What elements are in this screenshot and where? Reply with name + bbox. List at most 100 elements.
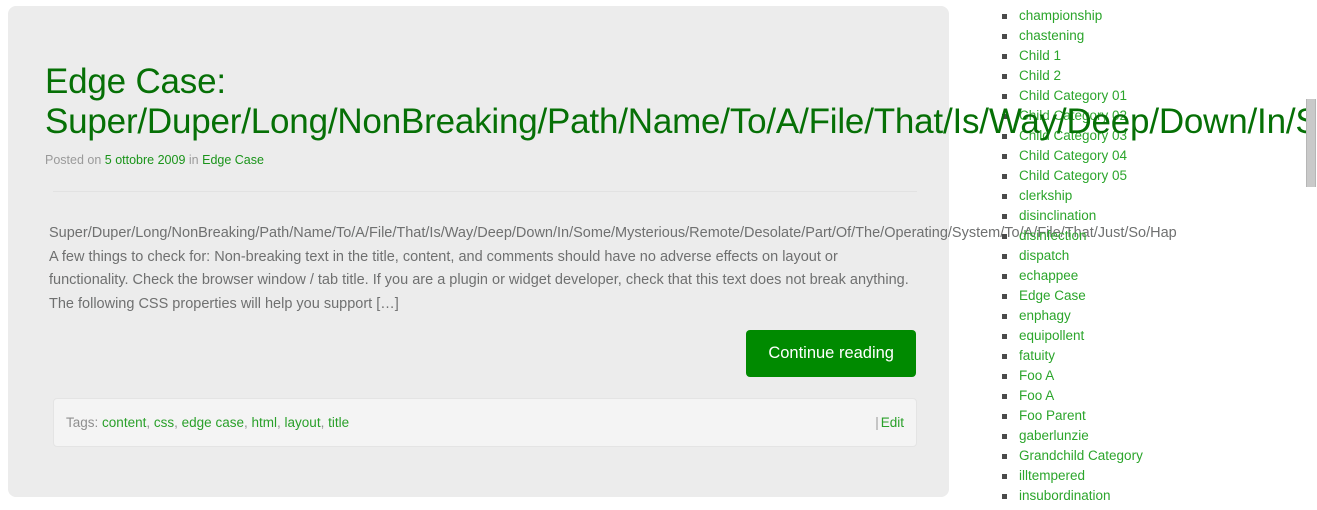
continue-reading-wrap: Continue reading	[49, 330, 916, 377]
bullet-icon	[1002, 374, 1007, 379]
bullet-icon	[1002, 194, 1007, 199]
meta-in-label: in	[188, 153, 199, 167]
sidebar-item-link[interactable]: chastening	[1019, 28, 1084, 43]
entry-footer: Tags: content, css, edge case, html, lay…	[53, 398, 917, 447]
edit-link[interactable]: Edit	[881, 415, 904, 430]
continue-reading-button[interactable]: Continue reading	[746, 330, 916, 377]
sidebar-list-item[interactable]: echappee	[985, 266, 1317, 286]
sidebar-list-item[interactable]: disinclination	[985, 206, 1317, 226]
sidebar-list-item[interactable]: illtempered	[985, 466, 1317, 486]
entry-nonbreaking-path: Super/Duper/Long/NonBreaking/Path/Name/T…	[49, 225, 1177, 241]
sidebar-list-item[interactable]: Foo Parent	[985, 406, 1317, 426]
bullet-icon	[1002, 494, 1007, 499]
tag-link[interactable]: content	[102, 415, 146, 430]
article-header: Edge Case: Super/Duper/Long/NonBreaking/…	[45, 62, 1317, 168]
bullet-icon	[1002, 234, 1007, 239]
meta-posted-label: Posted on	[45, 153, 102, 167]
sidebar-list-item[interactable]: disinfection	[985, 226, 1317, 246]
sidebar-item-link[interactable]: Edge Case	[1019, 288, 1086, 303]
sidebar-item-link[interactable]: disinclination	[1019, 208, 1096, 223]
tag-separator: ,	[243, 415, 248, 430]
bullet-icon	[1002, 74, 1007, 79]
bullet-icon	[1002, 454, 1007, 459]
sidebar-list-item[interactable]: gaberlunzie	[985, 426, 1317, 446]
tag-list: Tags: content, css, edge case, html, lay…	[66, 415, 349, 430]
page-title-line-2: Super/Duper/Long/NonBreaking/Path/Name/T…	[45, 102, 1317, 141]
sidebar-list-item[interactable]: Child Category 05	[985, 166, 1317, 186]
entry-content: Super/Duper/Long/NonBreaking/Path/Name/T…	[49, 222, 1177, 316]
bullet-icon	[1002, 274, 1007, 279]
tag-link[interactable]: html	[252, 415, 278, 430]
vertical-scrollbar-track[interactable]	[1308, 0, 1317, 510]
entry-paragraph: A few things to check for: Non-breaking …	[49, 248, 909, 312]
sidebar-item-link[interactable]: clerkship	[1019, 188, 1072, 203]
tag-link[interactable]: css	[154, 415, 174, 430]
sidebar-item-link[interactable]: illtempered	[1019, 468, 1085, 483]
sidebar-item-link[interactable]: gaberlunzie	[1019, 428, 1089, 443]
sidebar-list-item[interactable]: insubordination	[985, 486, 1317, 506]
sidebar-item-link[interactable]: fatuity	[1019, 348, 1055, 363]
sidebar-list-item[interactable]: championship	[985, 6, 1317, 26]
bullet-icon	[1002, 214, 1007, 219]
sidebar-item-link[interactable]: Child Category 05	[1019, 168, 1127, 183]
sidebar-list-item[interactable]: chastening	[985, 26, 1317, 46]
sidebar-list: championship chastening Child 1 Child 2 Chil…	[985, 6, 1317, 510]
sidebar-list-item[interactable]: equipollent	[985, 326, 1317, 346]
sidebar-list-item[interactable]: enphagy	[985, 306, 1317, 326]
page-title-line-1: Edge Case:	[45, 62, 226, 101]
sidebar-list-item[interactable]: Foo A	[985, 386, 1317, 406]
sidebar-list-item[interactable]: Child 1	[985, 46, 1317, 66]
tag-link[interactable]: layout	[285, 415, 321, 430]
meta-category-link[interactable]: Edge Case	[202, 153, 264, 167]
sidebar-item-link[interactable]: Child Category 04	[1019, 148, 1127, 163]
sidebar-list-item[interactable]: lambency	[985, 506, 1317, 510]
vertical-scrollbar-thumb[interactable]	[1306, 99, 1316, 187]
sidebar-list-item[interactable]: Foo A	[985, 366, 1317, 386]
bullet-icon	[1002, 54, 1007, 59]
tag-link[interactable]: edge case	[182, 415, 244, 430]
bullet-icon	[1002, 94, 1007, 99]
bullet-icon	[1002, 314, 1007, 319]
bullet-icon	[1002, 254, 1007, 259]
edit-area: | Edit	[875, 415, 904, 430]
sidebar-item-link[interactable]: championship	[1019, 8, 1102, 23]
tag-separator: ,	[320, 415, 325, 430]
sidebar-item-link[interactable]: equipollent	[1019, 328, 1084, 343]
sidebar-list-item[interactable]: Edge Case	[985, 286, 1317, 306]
sidebar-item-link[interactable]: Foo A	[1019, 388, 1054, 403]
tag-links: content, css, edge case, html, layout, t…	[102, 415, 349, 430]
sidebar-item-link[interactable]: dispatch	[1019, 248, 1069, 263]
sidebar-list-item[interactable]: Child Category 04	[985, 146, 1317, 166]
tag-link[interactable]: title	[328, 415, 349, 430]
sidebar-item-link[interactable]: echappee	[1019, 268, 1078, 283]
sidebar-item-link[interactable]: Foo A	[1019, 368, 1054, 383]
bullet-icon	[1002, 174, 1007, 179]
bullet-icon	[1002, 354, 1007, 359]
sidebar-item-link[interactable]: Child 2	[1019, 68, 1061, 83]
sidebar-list-item[interactable]: dispatch	[985, 246, 1317, 266]
sidebar-item-link[interactable]: insubordination	[1019, 488, 1111, 503]
sidebar-list-item[interactable]: Child 2	[985, 66, 1317, 86]
bullet-icon	[1002, 154, 1007, 159]
tags-label: Tags:	[66, 415, 99, 430]
sidebar-item-link[interactable]: disinfection	[1019, 228, 1087, 243]
bullet-icon	[1002, 414, 1007, 419]
sidebar-list-item[interactable]: fatuity	[985, 346, 1317, 366]
bullet-icon	[1002, 474, 1007, 479]
bullet-icon	[1002, 14, 1007, 19]
meta-date-link[interactable]: 5 ottobre 2009	[105, 153, 186, 167]
sidebar-item-link[interactable]: Child Category 01	[1019, 88, 1127, 103]
sidebar-item-link[interactable]: Child 1	[1019, 48, 1061, 63]
sidebar-list-item[interactable]: Grandchild Category	[985, 446, 1317, 466]
page-title: Edge Case: Super/Duper/Long/NonBreaking/…	[45, 62, 1317, 142]
tag-separator: ,	[146, 415, 151, 430]
bullet-icon	[1002, 294, 1007, 299]
page-root: Edge Case: Super/Duper/Long/NonBreaking/…	[0, 0, 1317, 510]
sidebar-item-link[interactable]: enphagy	[1019, 308, 1071, 323]
sidebar-item-link[interactable]: Grandchild Category	[1019, 448, 1143, 463]
sidebar-item-link[interactable]: Foo Parent	[1019, 408, 1086, 423]
tag-separator: ,	[174, 415, 178, 430]
bullet-icon	[1002, 394, 1007, 399]
title-divider	[53, 191, 917, 192]
sidebar-list-item[interactable]: clerkship	[985, 186, 1317, 206]
